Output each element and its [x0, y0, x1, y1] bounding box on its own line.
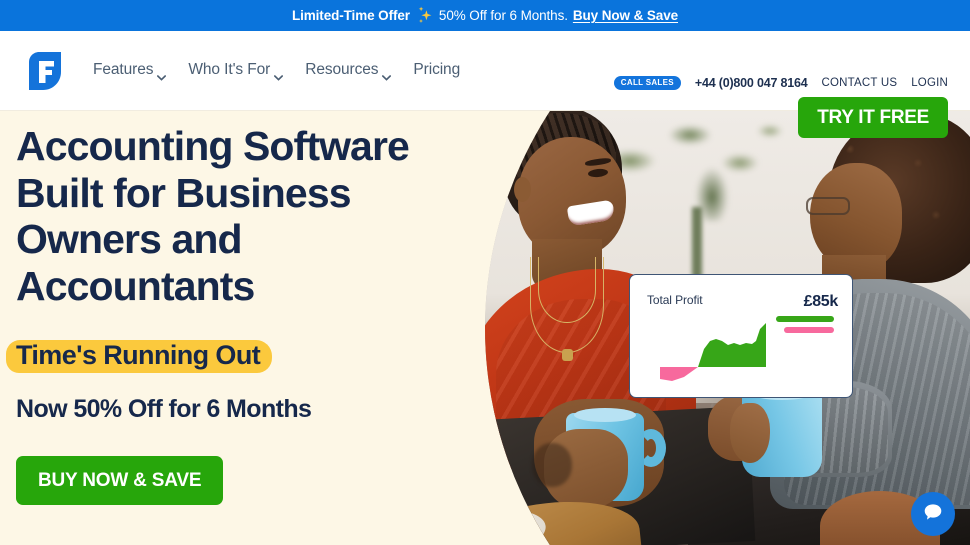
legend-bar-loss — [784, 327, 834, 333]
total-profit-card: Total Profit £85k — [629, 274, 853, 398]
card-value: £85k — [803, 293, 839, 310]
plant-leaves — [600, 111, 800, 221]
nav-item-features-label: Features — [93, 61, 154, 78]
hero-subheading: Now 50% Off for 6 Months — [16, 395, 312, 424]
promo-banner-content: Limited-Time Offer 50% Off for 6 Months.… — [292, 6, 678, 25]
promo-prefix: Limited-Time Offer — [291, 8, 410, 23]
promo-offer-text: 50% Off for 6 Months. — [438, 8, 568, 23]
nav-item-pricing[interactable]: Pricing — [413, 61, 460, 79]
sparkle-icon — [416, 6, 433, 25]
page-title: Accounting Software Built for Business O… — [16, 123, 486, 310]
woman-left-tattoo — [532, 443, 572, 487]
promo-buy-now-link[interactable]: Buy Now & Save — [573, 8, 678, 23]
woman-right-glasses — [806, 197, 850, 215]
phone-number[interactable]: +44 (0)800 047 8164 — [695, 76, 808, 90]
chevron-down-icon — [157, 68, 167, 81]
woman-right-hand-front — [730, 403, 770, 463]
hero-highlight-label: Time's Running Out — [16, 339, 261, 370]
hero-section: Total Profit £85k Accounting Software Bu… — [0, 111, 970, 545]
chat-bubble-icon — [922, 501, 944, 528]
nav-item-features[interactable]: Features — [93, 61, 167, 81]
buy-now-save-button[interactable]: BUY NOW & SAVE — [16, 456, 224, 506]
woman-left-ear — [514, 177, 531, 202]
chevron-down-icon — [274, 68, 284, 81]
legend-bar-profit — [776, 316, 834, 322]
chat-widget-button[interactable] — [911, 492, 955, 536]
card-legend — [776, 316, 838, 333]
hero-copy: Accounting Software Built for Business O… — [6, 123, 486, 506]
nav-item-resources[interactable]: Resources — [305, 61, 392, 81]
woman-left-necklace-inner — [538, 257, 596, 323]
nav-utility-row: CALL SALES +44 (0)800 047 8164 CONTACT U… — [613, 76, 948, 90]
profit-area-chart — [642, 319, 782, 387]
nav-item-who-its-for[interactable]: Who It's For — [188, 61, 284, 81]
hero-highlight: Time's Running Out — [6, 338, 273, 373]
contact-us-link[interactable]: CONTACT US — [822, 77, 898, 89]
hero-title-line-4: Accountants — [16, 263, 255, 310]
nav-item-who-its-for-label: Who It's For — [188, 61, 271, 78]
card-header: Total Profit £85k — [647, 293, 838, 311]
page-root: Limited-Time Offer 50% Off for 6 Months.… — [0, 0, 970, 545]
nav-links: Features Who It's For Resources Pricing — [93, 61, 460, 81]
navbar: Features Who It's For Resources Pricing — [0, 31, 970, 138]
call-sales-badge[interactable]: CALL SALES — [613, 76, 681, 90]
try-it-free-button[interactable]: TRY IT FREE — [798, 97, 948, 138]
card-label: Total Profit — [647, 293, 703, 307]
nav-item-pricing-label: Pricing — [413, 61, 461, 78]
hero-title-line-3: Owners and — [16, 216, 243, 263]
hero-title-line-2: Built for Business — [16, 169, 352, 216]
chevron-down-icon — [382, 68, 392, 81]
promo-banner: Limited-Time Offer 50% Off for 6 Months.… — [0, 0, 970, 31]
login-link[interactable]: LOGIN — [911, 77, 948, 89]
nav-item-resources-label: Resources — [305, 61, 379, 78]
woman-left-pendant — [562, 349, 573, 361]
freeagent-logo[interactable] — [27, 52, 63, 90]
hero-title-line-1: Accounting Software — [16, 123, 410, 169]
